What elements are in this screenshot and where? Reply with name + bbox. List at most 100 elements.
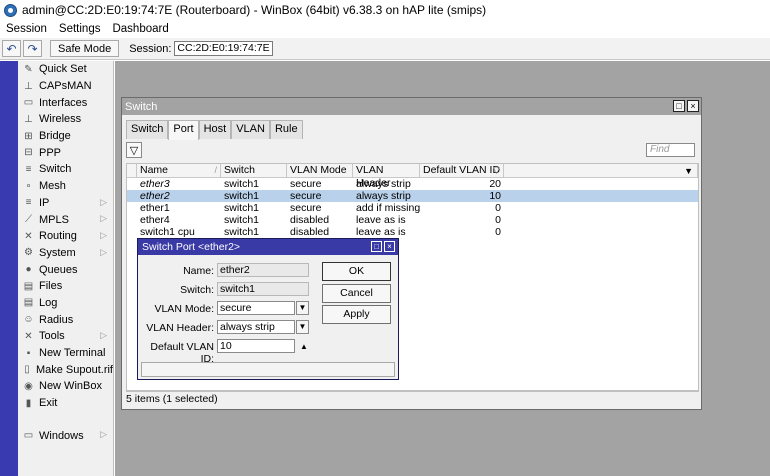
sidebar-item-queues[interactable]: ● Queues <box>18 261 113 278</box>
vlan-header-dropdown-button[interactable]: ▼ <box>296 320 309 334</box>
ip-icon: ≡ <box>25 197 32 209</box>
close-icon: × <box>690 101 696 111</box>
tab-rule[interactable]: Rule <box>269 120 303 139</box>
sidebar-item-log[interactable]: ▤ Log <box>18 295 113 312</box>
sidebar-item-radius[interactable]: ☺ Radius <box>18 311 113 328</box>
cell-name: ether1 <box>140 202 170 214</box>
dialog-titlebar[interactable]: Switch Port <ether2> □ × <box>138 239 398 255</box>
table-body: ether3 switch1 secure always strip 20 ether2 s… <box>127 178 698 238</box>
sidebar-item-files[interactable]: ▤ Files <box>18 278 113 295</box>
close-icon: × <box>387 242 392 251</box>
col-vlan-mode[interactable]: VLAN Mode <box>287 164 353 177</box>
sidebar-item-label: CAPsMAN <box>39 80 92 93</box>
title-bar: admin@CC:2D:E0:19:74:7E (Routerboard) - … <box>0 0 770 20</box>
sidebar-item-ip[interactable]: ≡ IP ▷ <box>18 195 113 212</box>
switch-label: Switch: <box>180 284 214 296</box>
sidebar-item-bridge[interactable]: ⊞ Bridge <box>18 128 113 145</box>
sidebar-item-new-terminal[interactable]: ▪ New Terminal <box>18 345 113 362</box>
col-switch[interactable]: Switch <box>221 164 287 177</box>
cell-default-vlan-id: 0 <box>495 226 501 238</box>
dialog-status-bar <box>141 362 395 377</box>
vlan-header-select[interactable]: always strip <box>217 320 295 334</box>
sidebar-item-tools[interactable]: ✕ Tools ▷ <box>18 328 113 345</box>
menu-bar: Session Settings Dashboard <box>0 20 770 38</box>
tab-host[interactable]: Host <box>198 120 232 139</box>
menu-settings[interactable]: Settings <box>59 23 101 35</box>
sidebar-item-exit[interactable]: ▮ Exit <box>18 395 113 412</box>
switch-window-titlebar[interactable]: Switch □ × <box>122 98 701 115</box>
tools-icon: ✕ <box>24 330 33 342</box>
sidebar-item-label: Switch <box>39 163 72 176</box>
col-name[interactable]: Name / <box>137 164 221 177</box>
sidebar-item-new-winbox[interactable]: ◉ New WinBox <box>18 378 113 395</box>
column-menu[interactable]: ▼ <box>504 164 698 177</box>
cell-default-vlan-id: 0 <box>495 214 501 226</box>
dialog-title: Switch Port <ether2> <box>142 241 241 253</box>
switch-port-dialog: Switch Port <ether2> □ × Name: ether2 Sw… <box>137 238 399 380</box>
sidebar-item-label: Windows <box>39 429 84 442</box>
cell-vlan-mode: secure <box>290 190 322 202</box>
maximize-button[interactable]: □ <box>673 100 685 112</box>
queues-icon: ● <box>25 264 32 276</box>
dropdown-arrow-icon: ▼ <box>298 303 307 312</box>
cell-name: ether3 <box>140 178 170 190</box>
cancel-button[interactable]: Cancel <box>322 284 391 303</box>
table-row[interactable]: ether2 switch1 secure always strip 10 <box>127 190 698 202</box>
close-button[interactable]: × <box>687 100 699 112</box>
sidebar-menu: ✎ Quick Set ⊥ CAPsMAN ▭ Interfaces ⊥ Wireless ⊞ B… <box>18 61 114 476</box>
submenu-arrow-icon: ▷ <box>100 429 107 440</box>
tab-switch[interactable]: Switch <box>126 120 169 139</box>
redo-button[interactable]: ↷ <box>23 40 42 57</box>
dialog-maximize-button[interactable]: □ <box>371 241 382 252</box>
cell-switch: switch1 <box>224 190 260 202</box>
col-vlan-header[interactable]: VLAN Header <box>353 164 420 189</box>
sidebar-item-mesh[interactable]: ∘ Mesh <box>18 178 113 195</box>
vlan-mode-dropdown-button[interactable]: ▼ <box>296 301 309 315</box>
ok-button[interactable]: OK <box>322 262 391 281</box>
sidebar-item-windows[interactable]: ▭ Windows ▷ <box>18 427 113 444</box>
mpls-icon: ⟋ <box>25 214 32 226</box>
sidebar-item-capsman[interactable]: ⊥ CAPsMAN <box>18 78 113 95</box>
filter-row: ▽ Find <box>126 142 699 160</box>
apply-button[interactable]: Apply <box>322 305 391 324</box>
default-vlan-input[interactable]: 10 <box>217 339 295 353</box>
table-row[interactable]: ether3 switch1 secure always strip 20 <box>127 178 698 190</box>
sidebar-item-ppp[interactable]: ⊟ PPP <box>18 144 113 161</box>
sidebar-item-label: System <box>39 246 76 259</box>
sidebar-item-label: Exit <box>39 397 58 410</box>
sidebar-item-routing[interactable]: ✕ Routing ▷ <box>18 228 113 245</box>
undo-button[interactable]: ↶ <box>2 40 21 57</box>
sidebar-item-wireless[interactable]: ⊥ Wireless <box>18 111 113 128</box>
table-row[interactable]: ether1 switch1 secure add if missing 0 <box>127 202 698 214</box>
collapse-arrow-icon[interactable]: ▲ <box>300 342 308 351</box>
sidebar-item-label: IP <box>39 196 50 209</box>
submenu-arrow-icon: ▷ <box>100 246 107 257</box>
cell-switch: switch1 <box>224 202 260 214</box>
cell-switch: switch1 <box>224 214 260 226</box>
wireless-icon: ⊥ <box>24 113 33 125</box>
tab-port[interactable]: Port <box>168 120 199 140</box>
redo-icon: ↷ <box>27 41 38 56</box>
sidebar-item-system[interactable]: ⚙ System ▷ <box>18 245 113 262</box>
cell-default-vlan-id: 20 <box>489 178 501 190</box>
menu-dashboard[interactable]: Dashboard <box>112 23 168 35</box>
dialog-close-button[interactable]: × <box>384 241 395 252</box>
sidebar-item-mpls[interactable]: ⟋ MPLS ▷ <box>18 211 113 228</box>
sidebar-item-switch[interactable]: ≡ Switch <box>18 161 113 178</box>
undo-icon: ↶ <box>6 41 17 56</box>
cell-default-vlan-id: 0 <box>495 202 501 214</box>
windows-icon: ▭ <box>23 430 34 442</box>
sidebar-item-make-supout-rif[interactable]: ▯ Make Supout.rif <box>18 361 113 378</box>
cell-switch: switch1 <box>224 226 260 238</box>
filter-button[interactable]: ▽ <box>126 142 142 158</box>
find-input[interactable]: Find <box>646 143 695 157</box>
sidebar-item-quick-set[interactable]: ✎ Quick Set <box>18 61 113 78</box>
tab-vlan[interactable]: VLAN <box>231 120 270 139</box>
col-default-vlan-id[interactable]: Default VLAN ID ▽ <box>420 164 504 177</box>
menu-session[interactable]: Session <box>6 23 47 35</box>
table-row[interactable]: switch1 cpu switch1 disabled leave as is 0 <box>127 226 698 238</box>
table-row[interactable]: ether4 switch1 disabled leave as is 0 <box>127 214 698 226</box>
sidebar-item-interfaces[interactable]: ▭ Interfaces <box>18 94 113 111</box>
safe-mode-button[interactable]: Safe Mode <box>50 40 120 57</box>
vlan-mode-select[interactable]: secure <box>217 301 295 315</box>
